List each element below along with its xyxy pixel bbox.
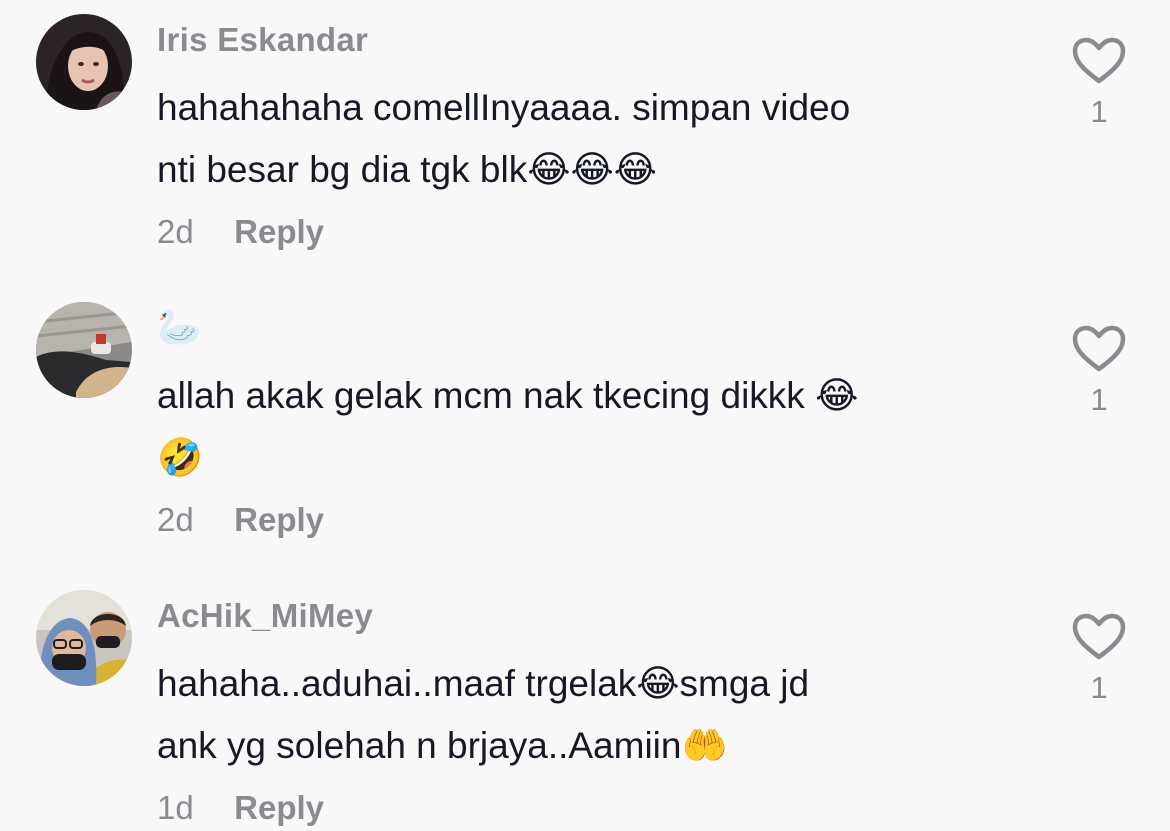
avatar-photo-icon	[36, 590, 132, 686]
comment-timestamp: 2d	[157, 213, 194, 250]
comment-text-line: hahahahaha comellInyaaaa. simpan video	[157, 87, 851, 128]
reply-button[interactable]: Reply	[234, 213, 324, 250]
like-control[interactable]: 1	[1068, 324, 1130, 420]
avatar-photo-icon	[36, 302, 132, 398]
heart-outline-icon[interactable]	[1071, 612, 1127, 662]
comment-meta: 2d Reply	[157, 209, 1037, 255]
comment-timestamp: 2d	[157, 501, 194, 538]
swan-emoji: 🦢	[157, 307, 203, 348]
comment-text-line: hahaha..aduhai..maaf trgelak😂smga jd	[157, 663, 810, 704]
comment-username[interactable]: AcHik_MiMey	[157, 596, 1037, 636]
avatar-photo-icon	[36, 14, 132, 110]
reply-button[interactable]: Reply	[234, 789, 324, 826]
comment-meta: 2d Reply	[157, 497, 1037, 543]
like-control[interactable]: 1	[1068, 36, 1130, 132]
comment-timestamp: 1d	[157, 789, 194, 826]
like-count: 1	[1090, 382, 1108, 417]
like-count: 1	[1090, 670, 1108, 705]
comment-text-line: ank yg solehah n brjaya..Aamiin🤲	[157, 725, 728, 766]
comment-username[interactable]: Iris Eskandar	[157, 20, 1037, 60]
avatar[interactable]	[36, 590, 132, 686]
heart-outline-icon[interactable]	[1071, 324, 1127, 374]
like-control[interactable]: 1	[1068, 612, 1130, 708]
comment-text: hahaha..aduhai..maaf trgelak😂smga jd ank…	[157, 653, 1037, 777]
comment-text: hahahahaha comellInyaaaa. simpan video n…	[157, 77, 1037, 201]
comment-text-line: 🤣	[157, 437, 204, 478]
comment-text-line: nti besar bg dia tgk blk😂😂😂	[157, 149, 657, 190]
heart-outline-icon[interactable]	[1071, 36, 1127, 86]
reply-button[interactable]: Reply	[234, 501, 324, 538]
avatar[interactable]	[36, 14, 132, 110]
like-count: 1	[1090, 94, 1108, 129]
comment-username[interactable]: 🦢	[157, 308, 1037, 348]
comment-meta: 1d Reply	[157, 785, 1037, 831]
comment-text: allah akak gelak mcm nak tkecing dikkk 😂…	[157, 365, 1037, 489]
avatar[interactable]	[36, 302, 132, 398]
comment-text-line: allah akak gelak mcm nak tkecing dikkk 😂	[157, 375, 859, 416]
